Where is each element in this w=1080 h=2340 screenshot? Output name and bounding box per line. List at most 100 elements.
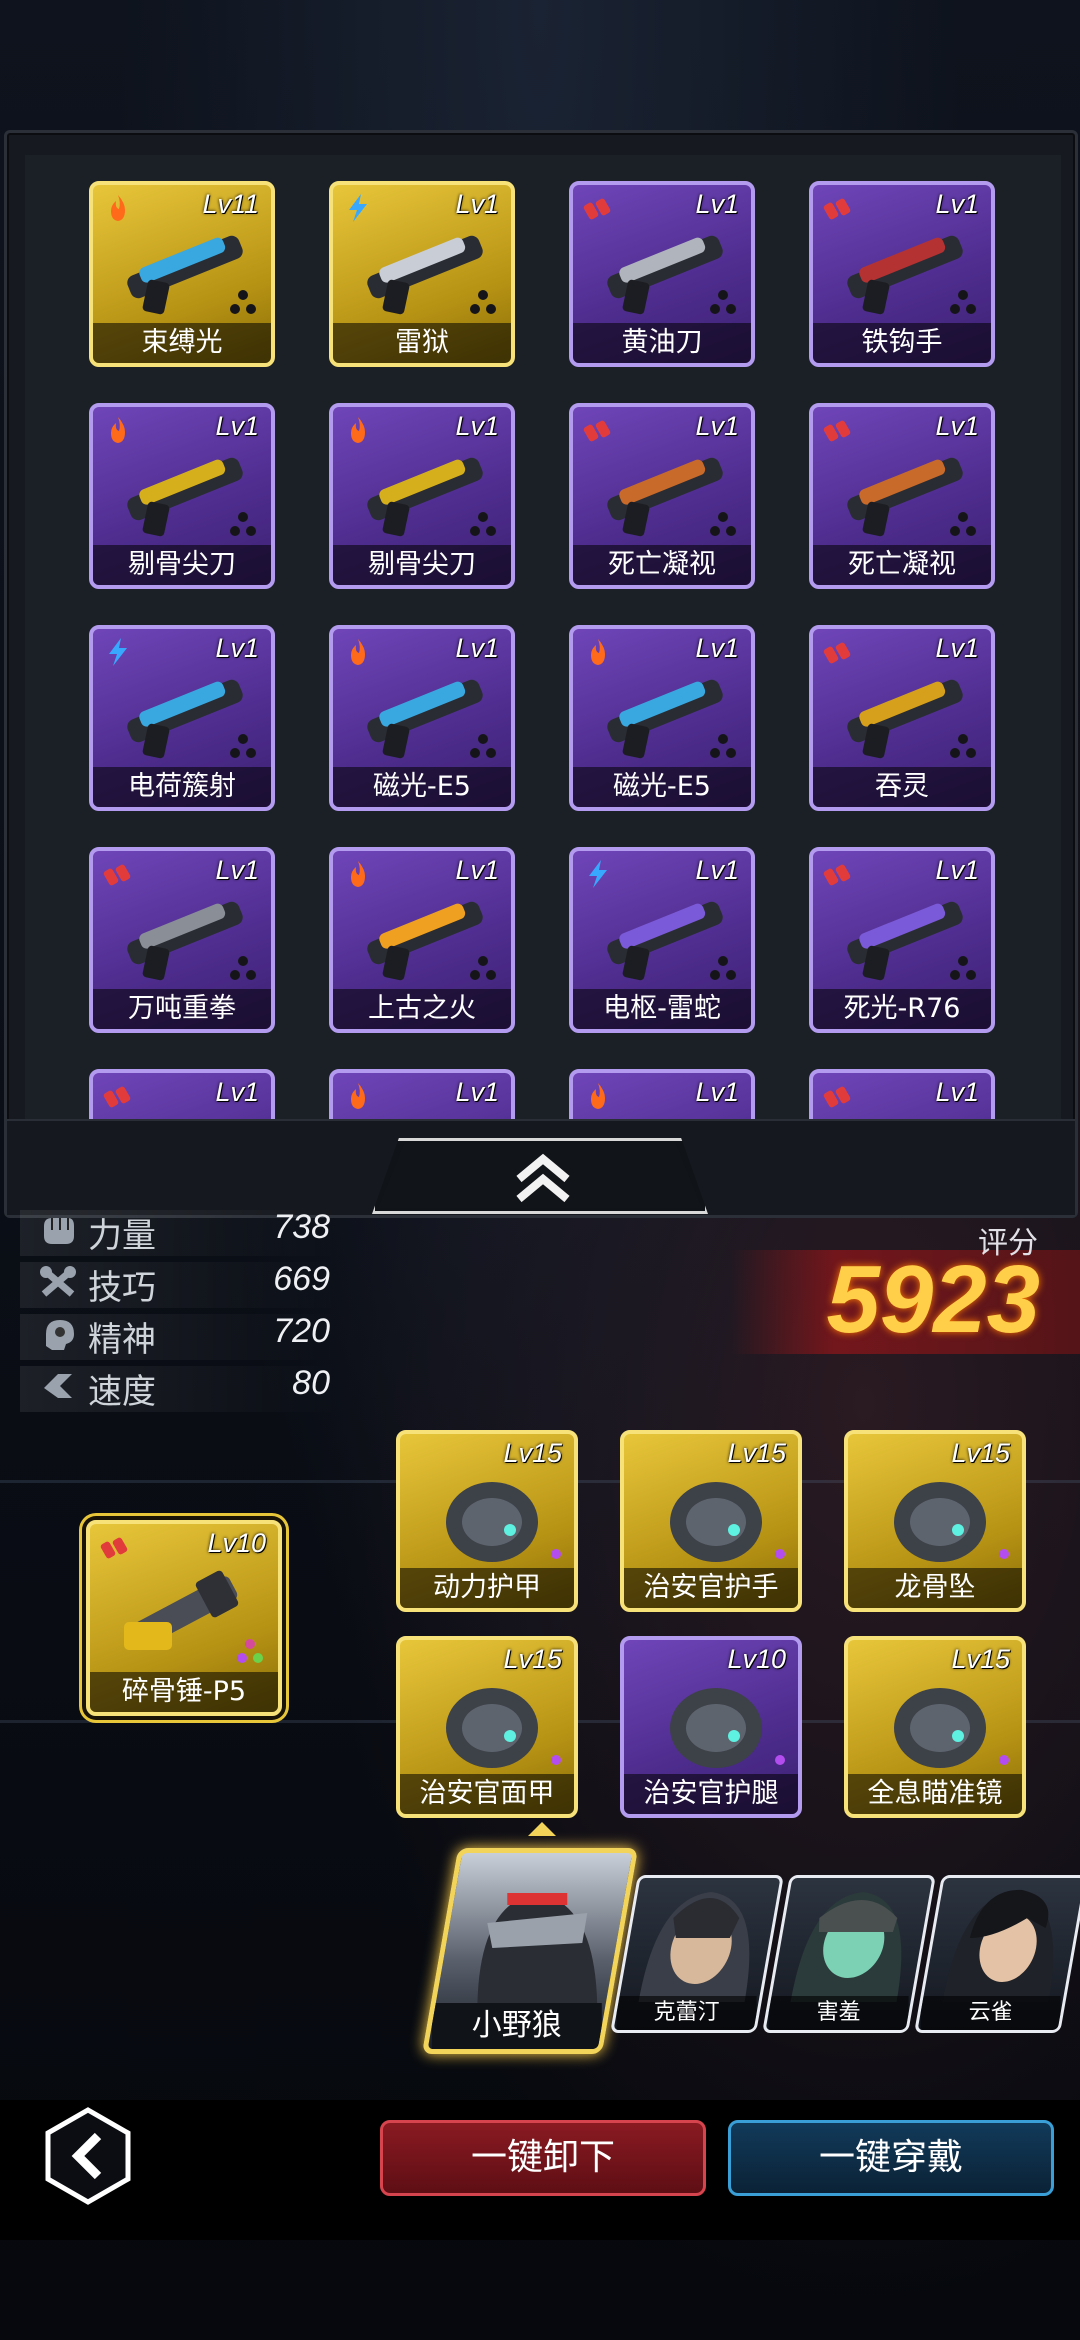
inventory-grid[interactable]: Lv11 束缚光 Lv1 雷狱 Lv1 黄油刀 Lv1 铁钩手 Lv1 剔骨尖刀 Lv1 剔骨尖刀 Lv…	[25, 155, 1061, 1121]
inventory-item[interactable]: Lv1	[329, 1069, 515, 1121]
socket-dots	[230, 290, 256, 314]
socket-dots	[950, 290, 976, 314]
item-name: 龙骨坠	[848, 1568, 1022, 1608]
stat-label: 速度	[88, 1372, 156, 1412]
lightning-icon	[109, 638, 127, 666]
socket-dots	[950, 734, 976, 758]
item-level: Lv1	[455, 411, 499, 441]
item-level: Lv1	[215, 855, 259, 885]
inventory-item[interactable]: Lv1 铁钩手	[809, 181, 995, 367]
fire-icon	[351, 861, 365, 887]
item-level: Lv15	[503, 1644, 562, 1674]
item-name: 剔骨尖刀	[93, 545, 271, 585]
item-name: 死亡凝视	[813, 545, 991, 585]
item-level: Lv1	[455, 1077, 499, 1107]
inventory-item[interactable]: Lv1 上古之火	[329, 847, 515, 1033]
item-level: Lv1	[695, 1077, 739, 1107]
hero-name: 克蕾汀	[616, 1996, 757, 2030]
gear-slot[interactable]: Lv15 全息瞄准镜	[844, 1636, 1026, 1818]
socket-dots	[237, 1639, 263, 1663]
item-level: Lv1	[935, 189, 979, 219]
item-name: 上古之火	[333, 989, 511, 1029]
selected-indicator	[528, 1822, 556, 1836]
inventory-item[interactable]: Lv1	[89, 1069, 275, 1121]
stat-speed: 速度 80	[30, 1364, 330, 1412]
item-name: 全息瞄准镜	[848, 1774, 1022, 1814]
inventory-item[interactable]: Lv1	[569, 1069, 755, 1121]
collapse-inventory-button[interactable]	[372, 1138, 708, 1214]
ammo-icon	[823, 420, 851, 442]
item-name: 动力护甲	[400, 1568, 574, 1608]
equipped-weapon-slot[interactable]: Lv10 碎骨锤-P5	[86, 1520, 282, 1716]
inventory-item[interactable]: Lv1 死光-R76	[809, 847, 995, 1033]
inventory-panel: Lv11 束缚光 Lv1 雷狱 Lv1 黄油刀 Lv1 铁钩手 Lv1 剔骨尖刀 Lv1 剔骨尖刀 Lv…	[4, 130, 1078, 1218]
socket-dots	[775, 1549, 785, 1559]
inventory-item[interactable]: Lv1 电枢-雷蛇	[569, 847, 755, 1033]
socket-dots	[470, 956, 496, 980]
socket-dots	[710, 734, 736, 758]
socket-dots	[230, 512, 256, 536]
socket-dots	[710, 956, 736, 980]
fist-icon	[44, 1218, 74, 1244]
item-level: Lv1	[695, 855, 739, 885]
lightning-icon	[589, 860, 607, 888]
inventory-item[interactable]: Lv1 磁光-E5	[329, 625, 515, 811]
item-level: Lv1	[215, 411, 259, 441]
hero-portrait	[790, 1892, 902, 2002]
inventory-item[interactable]: Lv11 束缚光	[89, 181, 275, 367]
item-name: 吞灵	[813, 767, 991, 807]
inventory-item[interactable]: Lv1 雷狱	[329, 181, 515, 367]
item-level: Lv1	[455, 855, 499, 885]
hero-name: 害羞	[768, 1996, 909, 2030]
gear-slot[interactable]: Lv15 动力护甲	[396, 1430, 578, 1612]
fire-icon	[351, 1083, 365, 1109]
inventory-item[interactable]: Lv1 死亡凝视	[569, 403, 755, 589]
item-name: 束缚光	[93, 323, 271, 363]
item-level: Lv15	[503, 1438, 562, 1468]
item-level: Lv1	[455, 189, 499, 219]
item-level: Lv1	[695, 411, 739, 441]
gear-slot[interactable]: Lv15 治安官护手	[620, 1430, 802, 1612]
score-value: 5923	[826, 1246, 1040, 1353]
socket-dots	[551, 1755, 561, 1765]
socket-dots	[775, 1755, 785, 1765]
gear-slot[interactable]: Lv15 龙骨坠	[844, 1430, 1026, 1612]
inventory-item[interactable]: Lv1 吞灵	[809, 625, 995, 811]
item-level: Lv1	[215, 633, 259, 663]
fire-icon	[591, 639, 605, 665]
hero-card-selected[interactable]: 小野狼	[421, 1848, 639, 2054]
item-name: 磁光-E5	[573, 767, 751, 807]
socket-dots	[551, 1549, 561, 1559]
inventory-item[interactable]: Lv1 黄油刀	[569, 181, 755, 367]
inventory-item[interactable]: Lv1 磁光-E5	[569, 625, 755, 811]
gear-slot[interactable]: Lv10 治安官护腿	[620, 1636, 802, 1818]
inventory-item[interactable]: Lv1 万吨重拳	[89, 847, 275, 1033]
ammo-icon	[100, 1537, 128, 1559]
item-level: Lv1	[935, 1077, 979, 1107]
unequip-all-button[interactable]: 一键卸下	[380, 2120, 706, 2196]
item-name: 剔骨尖刀	[333, 545, 511, 585]
equip-all-button[interactable]: 一键穿戴	[728, 2120, 1054, 2196]
item-level: Lv1	[935, 633, 979, 663]
inventory-item[interactable]: Lv1 剔骨尖刀	[89, 403, 275, 589]
item-level: Lv10	[207, 1528, 266, 1558]
inventory-item[interactable]: Lv1 剔骨尖刀	[329, 403, 515, 589]
stat-value: 80	[292, 1364, 330, 1402]
hero-portrait	[638, 1892, 750, 2002]
hero-portrait	[477, 1893, 598, 2013]
item-name: 治安官护手	[624, 1568, 798, 1608]
hero-card[interactable]: 克蕾汀	[610, 1875, 784, 2033]
item-level: Lv1	[935, 855, 979, 885]
gear-slot[interactable]: Lv15 治安官面甲	[396, 1636, 578, 1818]
back-button[interactable]	[38, 2106, 138, 2206]
ammo-icon	[583, 198, 611, 220]
hero-card[interactable]: 害羞	[762, 1875, 936, 2033]
inventory-item[interactable]: Lv1	[809, 1069, 995, 1121]
inventory-item[interactable]: Lv1 电荷簇射	[89, 625, 275, 811]
socket-dots	[470, 512, 496, 536]
hero-card[interactable]: 云雀	[914, 1875, 1080, 2033]
item-name: 治安官护腿	[624, 1774, 798, 1814]
inventory-item[interactable]: Lv1 死亡凝视	[809, 403, 995, 589]
ammo-icon	[583, 420, 611, 442]
fire-icon	[591, 1083, 605, 1109]
